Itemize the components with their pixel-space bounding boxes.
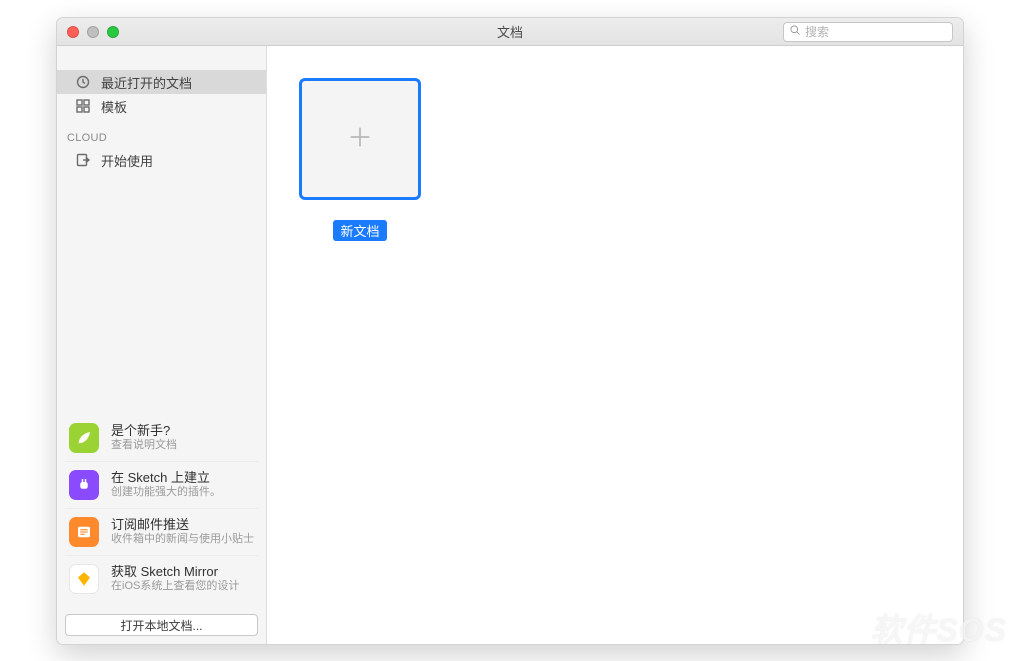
promo-plugins[interactable]: 在 Sketch 上建立 创建功能强大的插件。 xyxy=(65,461,258,508)
promo-texts: 是个新手? 查看说明文档 xyxy=(111,423,177,453)
promo-subtitle: 创建功能强大的插件。 xyxy=(111,486,221,500)
sidebar-section-cloud: CLOUD xyxy=(57,118,266,148)
promo-newbie[interactable]: 是个新手? 查看说明文档 xyxy=(65,415,258,461)
app-window: 文档 最近打开的文档 模板 xyxy=(56,17,964,645)
promo-subtitle: 收件箱中的新闻与使用小贴士 xyxy=(111,533,254,547)
open-local-button[interactable]: 打开本地文档... xyxy=(65,614,258,636)
promo-newsletter[interactable]: 订阅邮件推送 收件箱中的新闻与使用小贴士 xyxy=(65,508,258,555)
sidebar-item-label: 最近打开的文档 xyxy=(101,73,192,92)
sidebar-item-templates[interactable]: 模板 xyxy=(57,94,266,118)
sidebar-item-recent[interactable]: 最近打开的文档 xyxy=(57,70,266,94)
promo-texts: 在 Sketch 上建立 创建功能强大的插件。 xyxy=(111,470,221,500)
promo-texts: 订阅邮件推送 收件箱中的新闻与使用小贴士 xyxy=(111,517,254,547)
promo-subtitle: 查看说明文档 xyxy=(111,439,177,453)
window-body: 最近打开的文档 模板 CLOUD 开始使用 xyxy=(57,46,963,644)
promo-texts: 获取 Sketch Mirror 在iOS系统上查看您的设计 xyxy=(111,564,239,594)
sidebar-item-cloud-start[interactable]: 开始使用 xyxy=(57,148,266,172)
plug-icon xyxy=(69,470,99,500)
sidebar-item-label: 模板 xyxy=(101,97,127,116)
sidebar-top: 最近打开的文档 模板 CLOUD 开始使用 xyxy=(57,46,266,415)
new-document-thumb[interactable] xyxy=(299,78,421,200)
sidebar-item-label: 开始使用 xyxy=(101,151,153,170)
news-icon xyxy=(69,517,99,547)
plus-icon xyxy=(346,123,374,156)
search-icon xyxy=(789,23,801,41)
new-document-tile[interactable]: 新文档 xyxy=(299,78,421,241)
promo-title: 订阅邮件推送 xyxy=(111,517,254,533)
titlebar: 文档 xyxy=(57,18,963,46)
promo-title: 获取 Sketch Mirror xyxy=(111,564,239,580)
login-icon xyxy=(75,152,91,168)
new-document-label: 新文档 xyxy=(333,220,386,241)
leaf-icon xyxy=(69,423,99,453)
promo-mirror[interactable]: 获取 Sketch Mirror 在iOS系统上查看您的设计 xyxy=(65,555,258,602)
promo-list: 是个新手? 查看说明文档 在 Sketch 上建立 创建功能强大的插件。 xyxy=(57,415,266,610)
promo-title: 在 Sketch 上建立 xyxy=(111,470,221,486)
promo-subtitle: 在iOS系统上查看您的设计 xyxy=(111,580,239,594)
search-input[interactable] xyxy=(805,25,960,39)
open-local-label: 打开本地文档... xyxy=(120,617,202,634)
search-field[interactable] xyxy=(783,22,953,42)
grid-icon xyxy=(75,98,91,114)
main-content: 新文档 xyxy=(267,46,963,644)
sidebar: 最近打开的文档 模板 CLOUD 开始使用 xyxy=(57,46,267,644)
promo-title: 是个新手? xyxy=(111,423,177,439)
diamond-icon xyxy=(69,564,99,594)
clock-icon xyxy=(75,74,91,90)
